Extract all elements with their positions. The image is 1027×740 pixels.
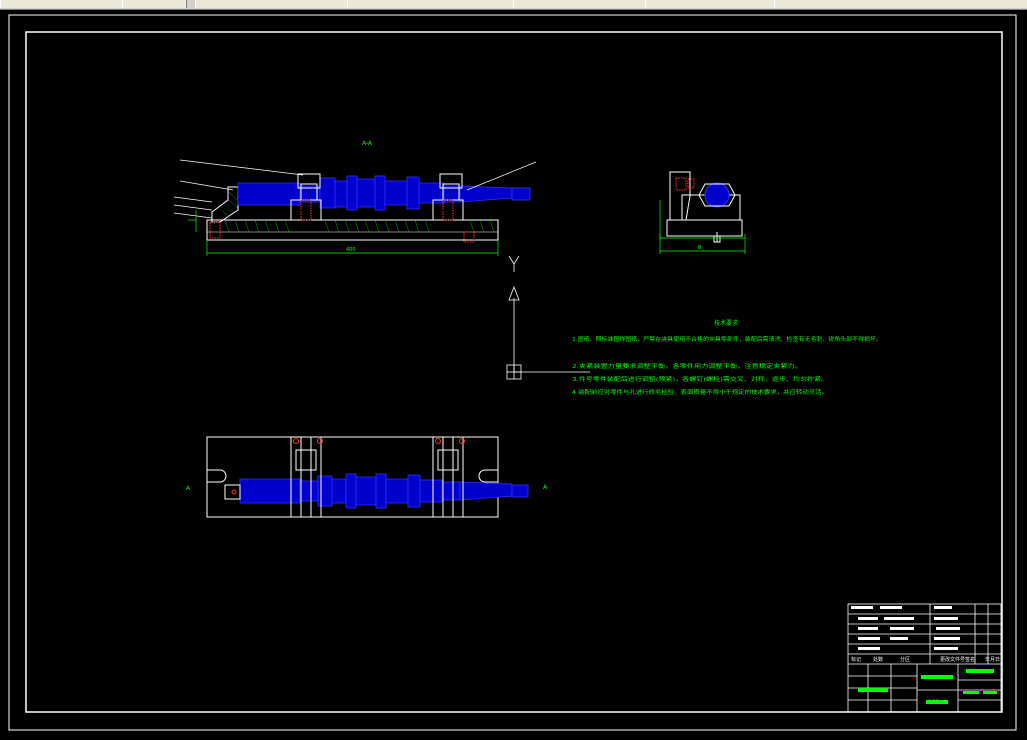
svg-text:处数: 处数 <box>873 656 883 663</box>
tab-5[interactable] <box>513 0 646 8</box>
front-dimension-value: 400 <box>346 247 356 253</box>
notes-item-4: 4.装配前应对零件与孔进行修毛检验，表面质量不得小于规定的技术要求，并应转动灵活… <box>572 388 828 396</box>
top-view-label-right: A <box>543 484 548 491</box>
svg-text:更改文件号: 更改文件号 <box>940 656 965 663</box>
title-block <box>847 603 1002 713</box>
tab-1[interactable] <box>0 0 125 8</box>
top-view: A A <box>186 436 548 518</box>
technical-notes: 技术要求 1.图纸、照标准图样图纸，严禁在夹具使用不合格的夹具零部件，装配后需清… <box>572 319 882 396</box>
side-dimension: B <box>698 245 702 251</box>
sheet-outer-frame <box>8 14 1017 731</box>
base-plate <box>206 219 499 241</box>
camshaft-part <box>237 175 531 211</box>
tab-2[interactable] <box>122 0 187 8</box>
left-bracket <box>211 186 239 223</box>
tab-7[interactable] <box>774 0 1027 8</box>
title-block-columns: 标记 处数 分区 更改文件号 签名 年月日 <box>851 656 1000 663</box>
title-block-drawing-no: JJ-01 <box>927 699 939 705</box>
svg-text:标记: 标记 <box>851 656 861 663</box>
tab-4[interactable] <box>347 0 514 8</box>
notes-item-1: 1.图纸、照标准图样图纸，严禁在夹具使用不合格的夹具零部件，装配后需清洗、检查有… <box>572 335 882 343</box>
tab-6[interactable] <box>645 0 775 8</box>
tab-3[interactable] <box>195 0 348 8</box>
notes-item-2: 2.夹紧装置力量要求调整平衡，各零件用力调整平衡，注意稳定夹紧力。 <box>572 362 802 370</box>
svg-text:年月日: 年月日 <box>985 656 1000 663</box>
front-dimension <box>188 210 499 256</box>
front-section-view: A-A 400 <box>173 140 537 256</box>
base-hatch <box>224 219 495 233</box>
ucs-y-label: Y <box>530 264 531 266</box>
svg-text:分区: 分区 <box>900 656 910 663</box>
top-view-label-left: A <box>186 485 191 492</box>
view-label-top: A-A <box>362 140 373 147</box>
top-camshaft <box>239 473 529 509</box>
svg-text:签名: 签名 <box>965 656 975 663</box>
title-block-fills <box>851 606 960 650</box>
cad-drawing-canvas[interactable]: A-A 400 B Y 技术要求 1.图纸、照标准图样图纸，严禁在夹具使用不合格… <box>0 9 1027 736</box>
ucs-icon <box>506 255 590 380</box>
side-shaft <box>704 182 730 208</box>
notes-title: 技术要求 <box>714 319 738 327</box>
notes-item-3: 3.件号零件装配后进行调整(预紧)，各螺钉(螺栓)需交叉、对称、逐步、均匀拧紧。 <box>572 375 828 383</box>
side-base <box>666 219 743 237</box>
drawing-svg: A-A 400 B Y 技术要求 1.图纸、照标准图样图纸，严禁在夹具使用不合格… <box>8 14 1017 731</box>
side-view: B <box>659 171 746 254</box>
